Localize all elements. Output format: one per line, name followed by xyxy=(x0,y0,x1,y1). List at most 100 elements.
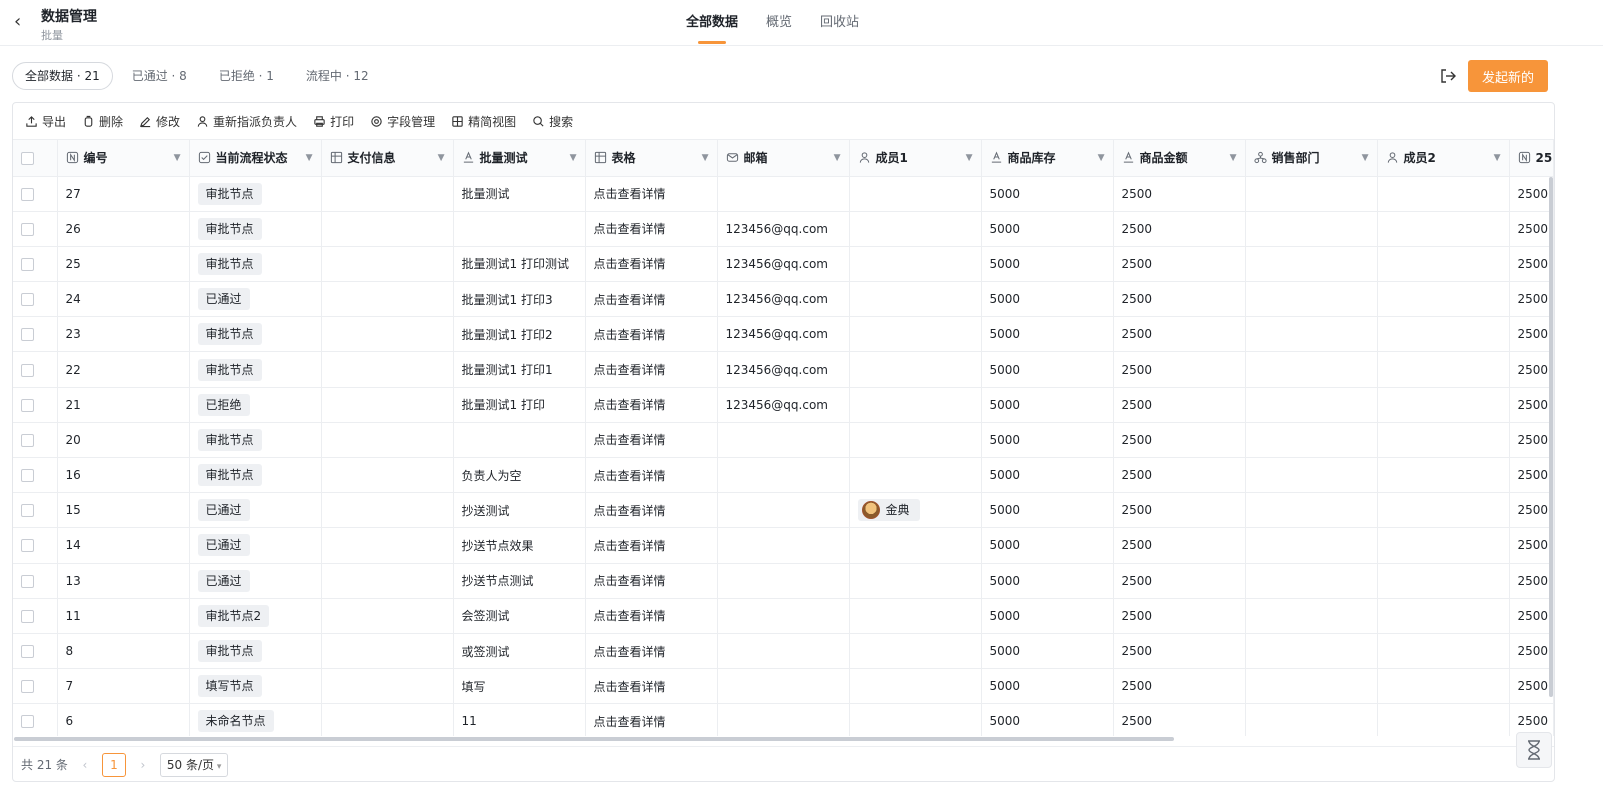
table-row[interactable]: 24 已通过 批量测试1 打印3 点击查看详情 123456@qq.com 5000 250… xyxy=(13,281,1554,318)
filter-in-progress[interactable]: 流程中 · 12 xyxy=(293,62,382,90)
row-checkbox[interactable] xyxy=(21,715,34,729)
chevron-down-icon[interactable]: ▼ xyxy=(1362,153,1369,163)
member-tag[interactable]: 金典 xyxy=(857,498,920,521)
table-row[interactable]: 26 审批节点 点击查看详情 123456@qq.com 5000 2500 2500 xyxy=(13,211,1554,247)
compact-view-button[interactable]: 精简视图 xyxy=(451,113,516,130)
prev-page-button[interactable]: ‹ xyxy=(78,758,92,772)
current-page-button[interactable]: 1 xyxy=(101,752,126,777)
row-checkbox[interactable] xyxy=(21,363,34,377)
vertical-scrollbar[interactable] xyxy=(1549,177,1553,697)
batch-test-cell: 批量测试1 打印 xyxy=(453,387,586,423)
exit-icon[interactable] xyxy=(1438,66,1458,86)
hourglass-icon[interactable] xyxy=(1516,732,1552,768)
column-header[interactable]: 商品金额 ▼ xyxy=(1113,140,1246,177)
table-link-cell[interactable]: 点击查看详情 xyxy=(585,527,718,564)
table-link-cell[interactable]: 点击查看详情 xyxy=(585,281,718,318)
chevron-down-icon[interactable]: ▼ xyxy=(570,153,577,163)
row-checkbox[interactable] xyxy=(21,398,34,412)
column-header[interactable]: 支付信息 ▼ xyxy=(321,140,454,177)
table-row[interactable]: 15 已通过 抄送测试 点击查看详情 金典 5000 2500 2500 xyxy=(13,492,1554,529)
tab-recycle-bin[interactable]: 回收站 xyxy=(820,0,859,46)
table-row[interactable]: 8 审批节点 或签测试 点击查看详情 5000 2500 2500 xyxy=(13,633,1554,670)
table-link-cell[interactable]: 点击查看详情 xyxy=(585,211,718,247)
table-link-cell[interactable]: 点击查看详情 xyxy=(585,492,718,529)
table-row[interactable]: 22 审批节点 批量测试1 打印1 点击查看详情 123456@qq.com 5000 25… xyxy=(13,351,1554,388)
filter-rejected[interactable]: 已拒绝 · 1 xyxy=(206,62,287,90)
table-row[interactable]: 7 填写节点 填写 点击查看详情 5000 2500 2500 xyxy=(13,668,1554,705)
chevron-down-icon[interactable]: ▼ xyxy=(834,153,841,163)
filter-approved[interactable]: 已通过 · 8 xyxy=(119,62,200,90)
table-link-cell[interactable]: 点击查看详情 xyxy=(585,351,718,388)
reassign-button[interactable]: 重新指派负责人 xyxy=(196,113,297,130)
row-checkbox[interactable] xyxy=(21,222,34,236)
row-checkbox[interactable] xyxy=(21,257,34,271)
delete-button[interactable]: 删除 xyxy=(82,113,123,130)
horizontal-scrollbar[interactable] xyxy=(14,737,1174,741)
tab-overview[interactable]: 概览 xyxy=(766,0,792,46)
create-new-button[interactable]: 发起新的 xyxy=(1468,60,1548,92)
table-link-cell[interactable]: 点击查看详情 xyxy=(585,633,718,670)
table-row[interactable]: 13 已通过 抄送节点测试 点击查看详情 5000 2500 2500 xyxy=(13,563,1554,599)
chevron-down-icon[interactable]: ▼ xyxy=(1098,153,1105,163)
table-link-cell[interactable]: 点击查看详情 xyxy=(585,387,718,423)
mail-icon xyxy=(726,151,739,164)
row-checkbox[interactable] xyxy=(21,504,34,518)
table-link-cell[interactable]: 点击查看详情 xyxy=(585,457,718,494)
table-row[interactable]: 14 已通过 抄送节点效果 点击查看详情 5000 2500 2500 xyxy=(13,527,1554,564)
table-row[interactable]: 20 审批节点 点击查看详情 5000 2500 2500 xyxy=(13,422,1554,459)
table-row[interactable]: 21 已拒绝 批量测试1 打印 点击查看详情 123456@qq.com 5000 2500… xyxy=(13,387,1554,423)
chevron-down-icon[interactable]: ▼ xyxy=(174,153,181,163)
column-header[interactable]: 25 xyxy=(1509,140,1554,177)
row-checkbox[interactable] xyxy=(21,328,34,342)
table-link-cell[interactable]: 点击查看详情 xyxy=(585,246,718,283)
row-checkbox[interactable] xyxy=(21,609,34,623)
table-link-cell[interactable]: 点击查看详情 xyxy=(585,422,718,459)
export-button[interactable]: 导出 xyxy=(25,113,66,130)
column-header[interactable]: 销售部门 ▼ xyxy=(1245,140,1378,177)
column-header[interactable]: 商品库存 ▼ xyxy=(981,140,1114,177)
table-row[interactable]: 27 审批节点 批量测试 点击查看详情 5000 2500 2500 xyxy=(13,176,1554,212)
row-checkbox[interactable] xyxy=(21,293,34,307)
row-checkbox[interactable] xyxy=(21,680,34,694)
chevron-down-icon[interactable]: ▼ xyxy=(966,153,973,163)
field-manage-button[interactable]: 字段管理 xyxy=(370,113,435,130)
chevron-down-icon[interactable]: ▼ xyxy=(702,153,709,163)
table-row[interactable]: 11 审批节点2 会签测试 点击查看详情 5000 2500 2500 xyxy=(13,598,1554,634)
row-checkbox[interactable] xyxy=(21,645,34,659)
table-row[interactable]: 16 审批节点 负责人为空 点击查看详情 5000 2500 2500 xyxy=(13,457,1554,494)
column-header[interactable]: 邮箱 ▼ xyxy=(717,140,850,177)
chevron-down-icon[interactable]: ▼ xyxy=(438,153,445,163)
table-row[interactable]: 23 审批节点 批量测试1 打印2 点击查看详情 123456@qq.com 5000 25… xyxy=(13,316,1554,353)
page-size-select[interactable]: 50 条/页 ▾ xyxy=(159,752,229,777)
table-link-cell[interactable]: 点击查看详情 xyxy=(585,598,718,634)
row-checkbox[interactable] xyxy=(21,469,34,483)
table-link-cell[interactable]: 点击查看详情 xyxy=(585,563,718,599)
chevron-down-icon[interactable]: ▼ xyxy=(306,153,313,163)
select-all-checkbox[interactable] xyxy=(21,151,34,165)
tab-all-data[interactable]: 全部数据 xyxy=(686,0,738,46)
column-header[interactable]: 编号 ▼ xyxy=(57,140,190,177)
column-header[interactable]: 批量测试 ▼ xyxy=(453,140,586,177)
column-header[interactable]: 成员1 ▼ xyxy=(849,140,982,177)
column-header[interactable]: 当前流程状态 ▼ xyxy=(189,140,322,177)
search-button[interactable]: 搜索 xyxy=(532,113,573,130)
next-page-button[interactable]: › xyxy=(136,758,150,772)
back-arrow-icon[interactable]: ‹ xyxy=(14,12,30,32)
table-row[interactable]: 6 未命名节点 11 点击查看详情 5000 2500 2500 xyxy=(13,703,1554,736)
print-button[interactable]: 打印 xyxy=(313,113,354,130)
filter-all[interactable]: 全部数据 · 21 xyxy=(12,62,113,90)
table-row[interactable]: 25 审批节点 批量测试1 打印测试 点击查看详情 123456@qq.com 5000 2… xyxy=(13,246,1554,283)
chevron-down-icon[interactable]: ▼ xyxy=(1494,153,1501,163)
table-link-cell[interactable]: 点击查看详情 xyxy=(585,176,718,212)
row-checkbox[interactable] xyxy=(21,187,34,201)
column-header[interactable]: 成员2 ▼ xyxy=(1377,140,1510,177)
chevron-down-icon[interactable]: ▼ xyxy=(1230,153,1237,163)
column-header[interactable]: 表格 ▼ xyxy=(585,140,718,177)
table-link-cell[interactable]: 点击查看详情 xyxy=(585,668,718,705)
row-checkbox[interactable] xyxy=(21,433,34,447)
table-link-cell[interactable]: 点击查看详情 xyxy=(585,703,718,736)
table-link-cell[interactable]: 点击查看详情 xyxy=(585,316,718,353)
row-checkbox[interactable] xyxy=(21,574,34,588)
edit-button[interactable]: 修改 xyxy=(139,113,180,130)
row-checkbox[interactable] xyxy=(21,539,34,553)
